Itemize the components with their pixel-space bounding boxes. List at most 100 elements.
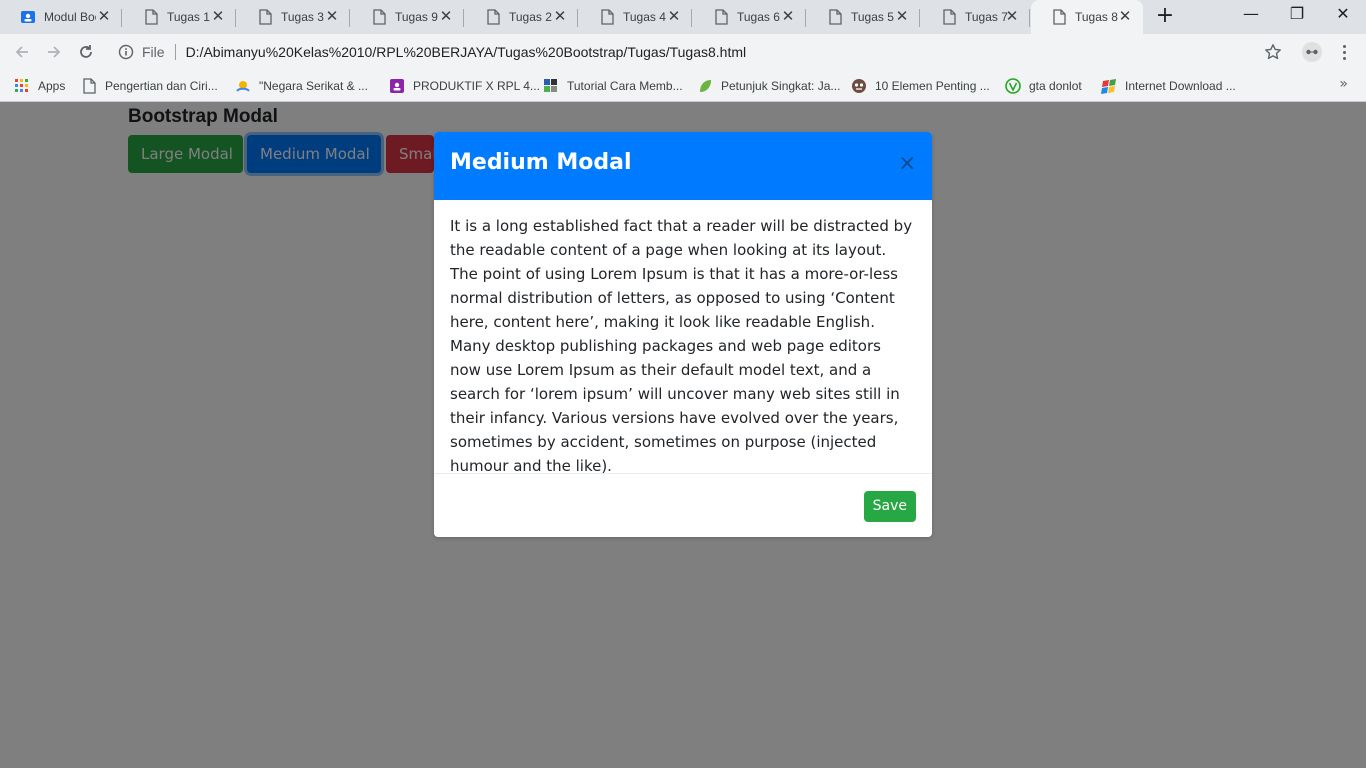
tab-separator — [349, 9, 350, 27]
bookmark-tutorial[interactable]: Tutorial Cara Memb... — [543, 76, 683, 96]
bookmark-star-icon[interactable] — [1264, 43, 1282, 61]
modal-title: Medium Modal — [450, 150, 632, 175]
globe-icon — [235, 78, 251, 94]
bookmark-negara-serikat[interactable]: "Negara Serikat & ... — [235, 76, 368, 96]
forward-button[interactable] — [42, 40, 66, 64]
restore-button[interactable]: ❐ — [1274, 0, 1320, 30]
tab-separator — [919, 9, 920, 27]
classroom-icon — [20, 9, 36, 25]
shield-icon — [1005, 78, 1021, 94]
tab-tugas-6[interactable]: Tugas 6 ✕ — [693, 0, 806, 34]
tab-separator — [235, 9, 236, 27]
bookmarks-bar: Apps Pengertian dan Ciri... "Negara Seri… — [0, 70, 1366, 102]
close-icon[interactable]: ✕ — [1004, 9, 1020, 25]
info-icon[interactable] — [118, 44, 134, 60]
tab-separator — [577, 9, 578, 27]
tab-tugas-9[interactable]: Tugas 9 ✕ — [351, 0, 464, 34]
dot — [1342, 44, 1346, 48]
bookmark-label: Internet Download ... — [1125, 79, 1236, 93]
file-icon — [485, 9, 501, 25]
back-button[interactable] — [10, 40, 34, 64]
bookmark-pengertian[interactable]: Pengertian dan Ciri... — [81, 76, 218, 96]
close-icon[interactable]: ✕ — [210, 9, 226, 25]
classroom-icon — [389, 78, 405, 94]
close-icon[interactable]: ✕ — [552, 9, 568, 25]
file-icon — [143, 9, 159, 25]
tab-separator — [121, 9, 122, 27]
bookmarks-overflow-button[interactable]: » — [1339, 76, 1348, 92]
tab-strip: Modul Bootstrap ✕ Tugas 1 ✕ Tugas 3 ✕ Tu… — [0, 0, 1366, 34]
bookmark-apps[interactable]: Apps — [14, 76, 65, 96]
bookmark-10-elemen[interactable]: 10 Elemen Penting ... — [851, 76, 990, 96]
close-icon[interactable]: ✕ — [780, 9, 796, 25]
apps-grid-icon — [14, 78, 30, 94]
file-icon — [371, 9, 387, 25]
file-icon — [257, 9, 273, 25]
reload-icon — [80, 45, 92, 58]
idm-icon — [1101, 78, 1117, 94]
modal-header: Medium Modal × — [434, 132, 932, 200]
browser-toolbar: File D:/Abimanyu%20Kelas%2010/RPL%20BERJ… — [0, 34, 1366, 70]
reload-button[interactable] — [74, 40, 98, 64]
tab-separator — [463, 9, 464, 27]
close-icon[interactable]: ✕ — [438, 9, 454, 25]
tab-tugas-1[interactable]: Tugas 1 ✕ — [123, 0, 236, 34]
close-icon[interactable]: ✕ — [894, 9, 910, 25]
tab-tugas-3[interactable]: Tugas 3 ✕ — [237, 0, 350, 34]
tab-tugas-7[interactable]: Tugas 7 ✕ — [921, 0, 1030, 34]
close-icon[interactable]: ✕ — [1117, 9, 1133, 25]
tab-separator — [691, 9, 692, 27]
forward-arrow-icon — [48, 46, 61, 58]
minimize-button[interactable]: — — [1228, 0, 1274, 30]
address-bar[interactable]: File D:/Abimanyu%20Kelas%2010/RPL%20BERJ… — [108, 38, 1290, 66]
bookmark-label: Pengertian dan Ciri... — [105, 79, 218, 93]
file-icon — [81, 78, 97, 94]
save-button[interactable]: Save — [863, 491, 916, 522]
close-icon[interactable]: ✕ — [96, 9, 112, 25]
bookmark-internet-download[interactable]: Internet Download ... — [1101, 76, 1236, 96]
bookmark-label: "Negara Serikat & ... — [259, 79, 368, 93]
modal-body: It is a long established fact that a rea… — [434, 200, 932, 475]
profile-avatar[interactable] — [1300, 40, 1324, 64]
tab-tugas-8[interactable]: Tugas 8 ✕ — [1031, 0, 1143, 34]
new-tab-button[interactable]: + — [1151, 5, 1179, 29]
address-separator — [174, 44, 176, 60]
bookmark-petunjuk[interactable]: Petunjuk Singkat: Ja... — [697, 76, 840, 96]
bookmark-produktif[interactable]: PRODUKTIF X RPL 4... — [389, 76, 540, 96]
file-icon — [1051, 9, 1067, 25]
tab-tugas-4[interactable]: Tugas 4 ✕ — [579, 0, 692, 34]
tab-tugas-2[interactable]: Tugas 2 ✕ — [465, 0, 578, 34]
bookmark-label: Tutorial Cara Memb... — [567, 79, 683, 93]
incognito-icon — [1302, 42, 1322, 62]
file-icon — [941, 9, 957, 25]
scheme-label: File — [142, 44, 165, 60]
window-close-button[interactable]: ✕ — [1320, 0, 1366, 30]
file-icon — [827, 9, 843, 25]
tab-separator — [805, 9, 806, 27]
tab-title: Modul Bootstrap — [44, 10, 96, 24]
close-icon[interactable]: × — [898, 152, 916, 176]
tab-tugas-5[interactable]: Tugas 5 ✕ — [807, 0, 920, 34]
close-icon[interactable]: ✕ — [666, 9, 682, 25]
file-icon — [713, 9, 729, 25]
bookmark-label: Petunjuk Singkat: Ja... — [721, 79, 841, 93]
tab-modul-bootstrap[interactable]: Modul Bootstrap ✕ — [0, 0, 122, 34]
medium-modal-dialog: Medium Modal × It is a long established … — [434, 132, 932, 537]
tutorial-icon — [543, 78, 559, 94]
bookmark-label: 10 Elemen Penting ... — [875, 79, 990, 93]
tab-separator — [1029, 9, 1030, 27]
bookmark-label: Apps — [38, 79, 66, 93]
browser-menu-button[interactable] — [1334, 40, 1354, 64]
leaf-icon — [697, 78, 713, 94]
file-icon — [599, 9, 615, 25]
bookmark-label: PRODUKTIF X RPL 4... — [413, 79, 540, 93]
url-text[interactable]: D:/Abimanyu%20Kelas%2010/RPL%20BERJAYA/T… — [186, 44, 747, 60]
back-arrow-icon — [15, 46, 28, 58]
dot — [1342, 56, 1346, 60]
face-icon — [851, 78, 867, 94]
bookmark-gta-donlot[interactable]: gta donlot — [1005, 76, 1082, 96]
dot — [1342, 50, 1346, 54]
modal-footer: Save — [434, 474, 932, 537]
bookmark-label: gta donlot — [1029, 79, 1082, 93]
close-icon[interactable]: ✕ — [324, 9, 340, 25]
